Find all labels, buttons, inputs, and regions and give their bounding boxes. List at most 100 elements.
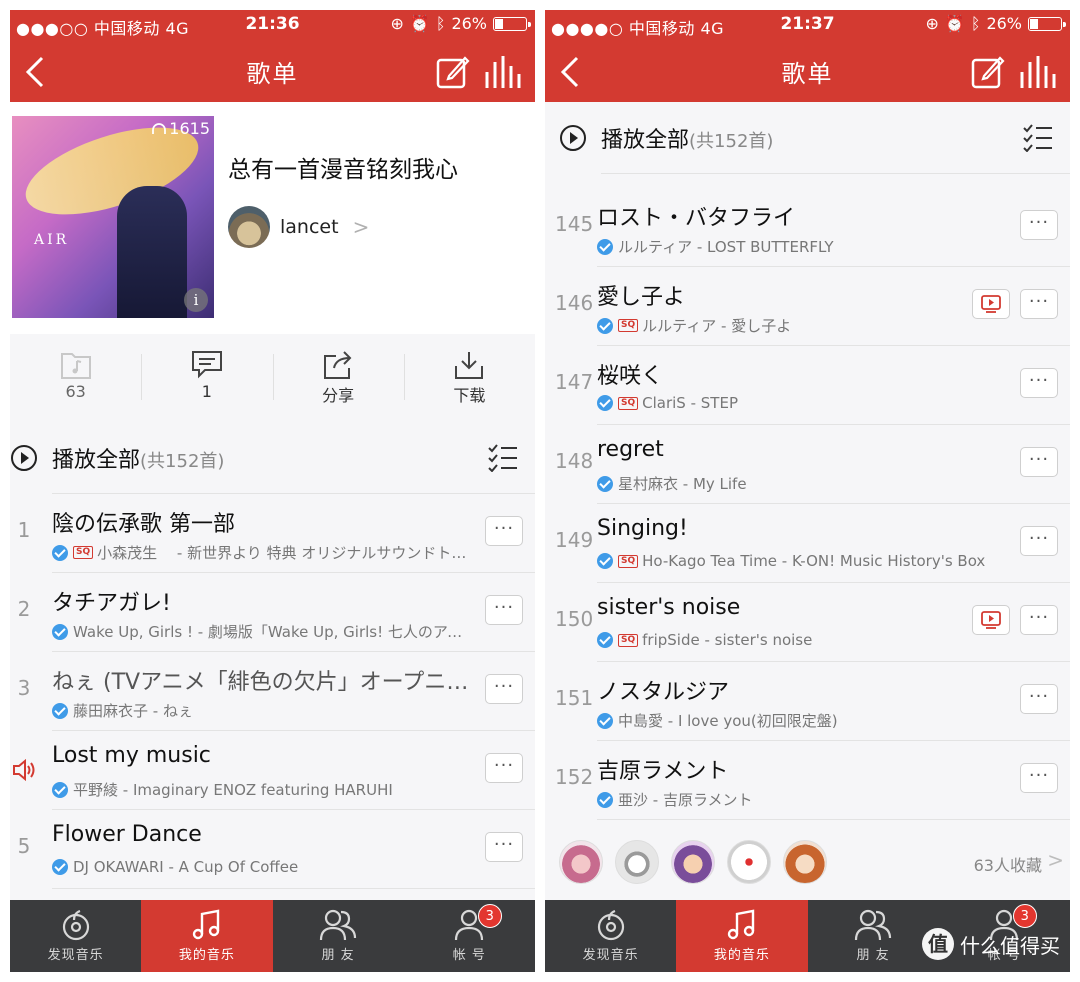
more-button[interactable]: ···	[1020, 526, 1058, 556]
cover-art-figure	[117, 186, 187, 318]
info-icon[interactable]: i	[184, 288, 208, 312]
song-row[interactable]: 148 regret 星村麻衣 - My Life ···	[555, 425, 1070, 504]
speaker-icon	[13, 758, 35, 782]
status-bar: ●●●○○ 中国移动 4G 21:36 ⊕ ⏰ ᛒ 26%	[10, 10, 535, 40]
song-subtitle: SQ ルルティア - 愛し子よ	[597, 315, 1017, 336]
song-row[interactable]: 5 Flower Dance DJ OKAWARI - A Cup Of Cof…	[10, 810, 535, 889]
chevron-right-icon: >	[1047, 848, 1064, 872]
more-button[interactable]: ···	[1020, 289, 1058, 319]
comment-button[interactable]: 1	[141, 340, 272, 420]
divider	[601, 173, 1070, 174]
song-count: (共152首)	[689, 131, 774, 152]
battery-percent: 26%	[451, 14, 487, 33]
tab-discover[interactable]: 发现音乐	[10, 900, 141, 972]
song-title: ロスト・バタフライ	[597, 206, 796, 231]
watermark-text: 什么值得买	[960, 933, 1060, 958]
share-button[interactable]: 分享	[272, 340, 404, 420]
song-row[interactable]: 147 桜咲く SQ ClariS - STEP ···	[555, 346, 1070, 425]
more-button[interactable]: ···	[1020, 368, 1058, 398]
play-all-bar[interactable]: 播放全部(共152首)	[10, 422, 535, 494]
more-button[interactable]: ···	[1020, 763, 1058, 793]
divider	[52, 888, 535, 889]
playlist-header: AIR 1615 i 总有一首漫音铭刻我心 lancet >	[10, 102, 535, 334]
collector-avatar[interactable]	[783, 840, 827, 884]
download-button[interactable]: 下载	[403, 340, 535, 420]
song-row[interactable]: 152 吉原ラメント 亜沙 - 吉原ラメント ···	[555, 741, 1070, 820]
song-row[interactable]: 151 ノスタルジア 中島愛 - I love you(初回限定盤) ···	[555, 662, 1070, 741]
more-button[interactable]: ···	[1020, 447, 1058, 477]
verified-icon	[597, 632, 613, 648]
tab-my-music[interactable]: 我的音乐	[676, 900, 808, 972]
song-row[interactable]: 150 sister's noise SQ fripSide - sister's…	[555, 583, 1070, 662]
song-row[interactable]: 146 愛し子よ SQ ルルティア - 愛し子よ ···	[555, 267, 1070, 346]
song-artist-album: 中島愛 - I love you(初回限定盤)	[618, 712, 838, 730]
song-title: 陰の伝承歌 第一部	[52, 512, 235, 537]
song-row[interactable]: 145 ロスト・バタフライ ルルティア - LOST BUTTERFLY ···	[555, 188, 1070, 267]
song-index: 151	[555, 686, 594, 710]
sq-badge: SQ	[618, 319, 639, 332]
verified-icon	[597, 395, 613, 411]
right-screen: ●●●●○ 中国移动 4G 21:37 ⊕ ⏰ ᛒ 26% 歌单 播放全部(共1…	[545, 10, 1070, 972]
verified-icon	[597, 791, 613, 808]
song-title: Lost my music	[52, 743, 211, 768]
rotation-lock-icon: ⊕	[925, 14, 939, 33]
status-right: ⊕ ⏰ ᛒ 26%	[925, 14, 1066, 33]
more-button[interactable]: ···	[485, 595, 523, 625]
status-bar: ●●●●○ 中国移动 4G 21:37 ⊕ ⏰ ᛒ 26%	[545, 10, 1070, 40]
edit-icon[interactable]	[970, 54, 1006, 90]
watermark: 值 什么值得买	[922, 928, 1060, 960]
verified-icon	[52, 859, 68, 875]
more-button[interactable]: ···	[1020, 684, 1058, 714]
tab-my-music[interactable]: 我的音乐	[141, 900, 273, 972]
mv-button[interactable]	[972, 605, 1010, 635]
tab-bar: 发现音乐 我的音乐 朋 友 帐 号 3	[10, 900, 535, 972]
download-icon	[455, 352, 484, 379]
mv-button[interactable]	[972, 289, 1010, 319]
tab-account[interactable]: 帐 号 3	[404, 900, 535, 972]
equalizer-icon[interactable]	[483, 54, 523, 90]
play-all-bar[interactable]: 播放全部(共152首)	[559, 102, 1070, 174]
collector-avatar[interactable]	[615, 840, 659, 884]
song-row[interactable]: 2 タチアガレ! Wake Up, Girls ! - 劇場版「Wake Up,…	[10, 573, 535, 652]
tab-discover[interactable]: 发现音乐	[545, 900, 676, 972]
more-button[interactable]: ···	[485, 674, 523, 704]
song-index: 3	[17, 676, 31, 700]
tab-label: 帐 号	[452, 948, 486, 963]
song-row-playing[interactable]: Lost my music 平野綾 - Imaginary ENOZ featu…	[10, 731, 535, 810]
song-subtitle: 平野綾 - Imaginary ENOZ featuring HARUHI	[52, 779, 472, 800]
play-circle-icon[interactable]	[559, 124, 587, 152]
multi-select-icon[interactable]	[487, 442, 519, 472]
song-artist-album: Ho-Kago Tea Time - K-ON! Music History's…	[642, 552, 986, 570]
collector-avatar[interactable]	[727, 840, 771, 884]
more-button[interactable]: ···	[485, 516, 523, 546]
tab-friends[interactable]: 朋 友	[808, 900, 939, 972]
song-row[interactable]: 1 陰の伝承歌 第一部 SQ 小森茂生 - 新世界より 特典 オリジナルサウンドト…	[10, 494, 535, 573]
tab-friends[interactable]: 朋 友	[273, 900, 404, 972]
multi-select-icon[interactable]	[1022, 122, 1054, 152]
song-artist-album: 星村麻衣 - My Life	[618, 475, 747, 493]
favorite-button[interactable]: 63	[10, 340, 141, 420]
friends-icon	[855, 909, 892, 941]
song-subtitle: DJ OKAWARI - A Cup Of Coffee	[52, 858, 472, 876]
battery-icon	[493, 16, 531, 31]
creator-link[interactable]: lancet >	[228, 206, 369, 248]
song-artist-album: 平野綾 - Imaginary ENOZ featuring HARUHI	[73, 781, 393, 799]
collector-avatar[interactable]	[559, 840, 603, 884]
equalizer-icon[interactable]	[1018, 54, 1058, 90]
more-button[interactable]: ···	[485, 753, 523, 783]
edit-icon[interactable]	[435, 54, 471, 90]
song-artist-album: DJ OKAWARI - A Cup Of Coffee	[73, 858, 299, 876]
discover-music-icon	[597, 909, 624, 941]
song-artist-album: 亜沙 - 吉原ラメント	[618, 791, 753, 809]
song-row[interactable]: 149 Singing! SQ Ho-Kago Tea Time - K-ON! …	[555, 504, 1070, 583]
collector-avatar[interactable]	[671, 840, 715, 884]
collectors-row[interactable]: 63人收藏 >	[545, 828, 1070, 900]
more-button[interactable]: ···	[485, 832, 523, 862]
song-index: 146	[555, 291, 594, 315]
song-row[interactable]: 3 ねぇ (TVアニメ「緋色の欠片」オープニング) 藤田麻衣子 - ねぇ ···	[10, 652, 535, 731]
more-button[interactable]: ···	[1020, 605, 1058, 635]
playlist-cover[interactable]: AIR 1615 i	[12, 116, 214, 318]
more-button[interactable]: ···	[1020, 210, 1058, 240]
song-artist-album: 小森茂生 - 新世界より 特典 オリジナルサウンドトラック	[97, 544, 472, 562]
play-circle-icon[interactable]	[10, 444, 38, 472]
